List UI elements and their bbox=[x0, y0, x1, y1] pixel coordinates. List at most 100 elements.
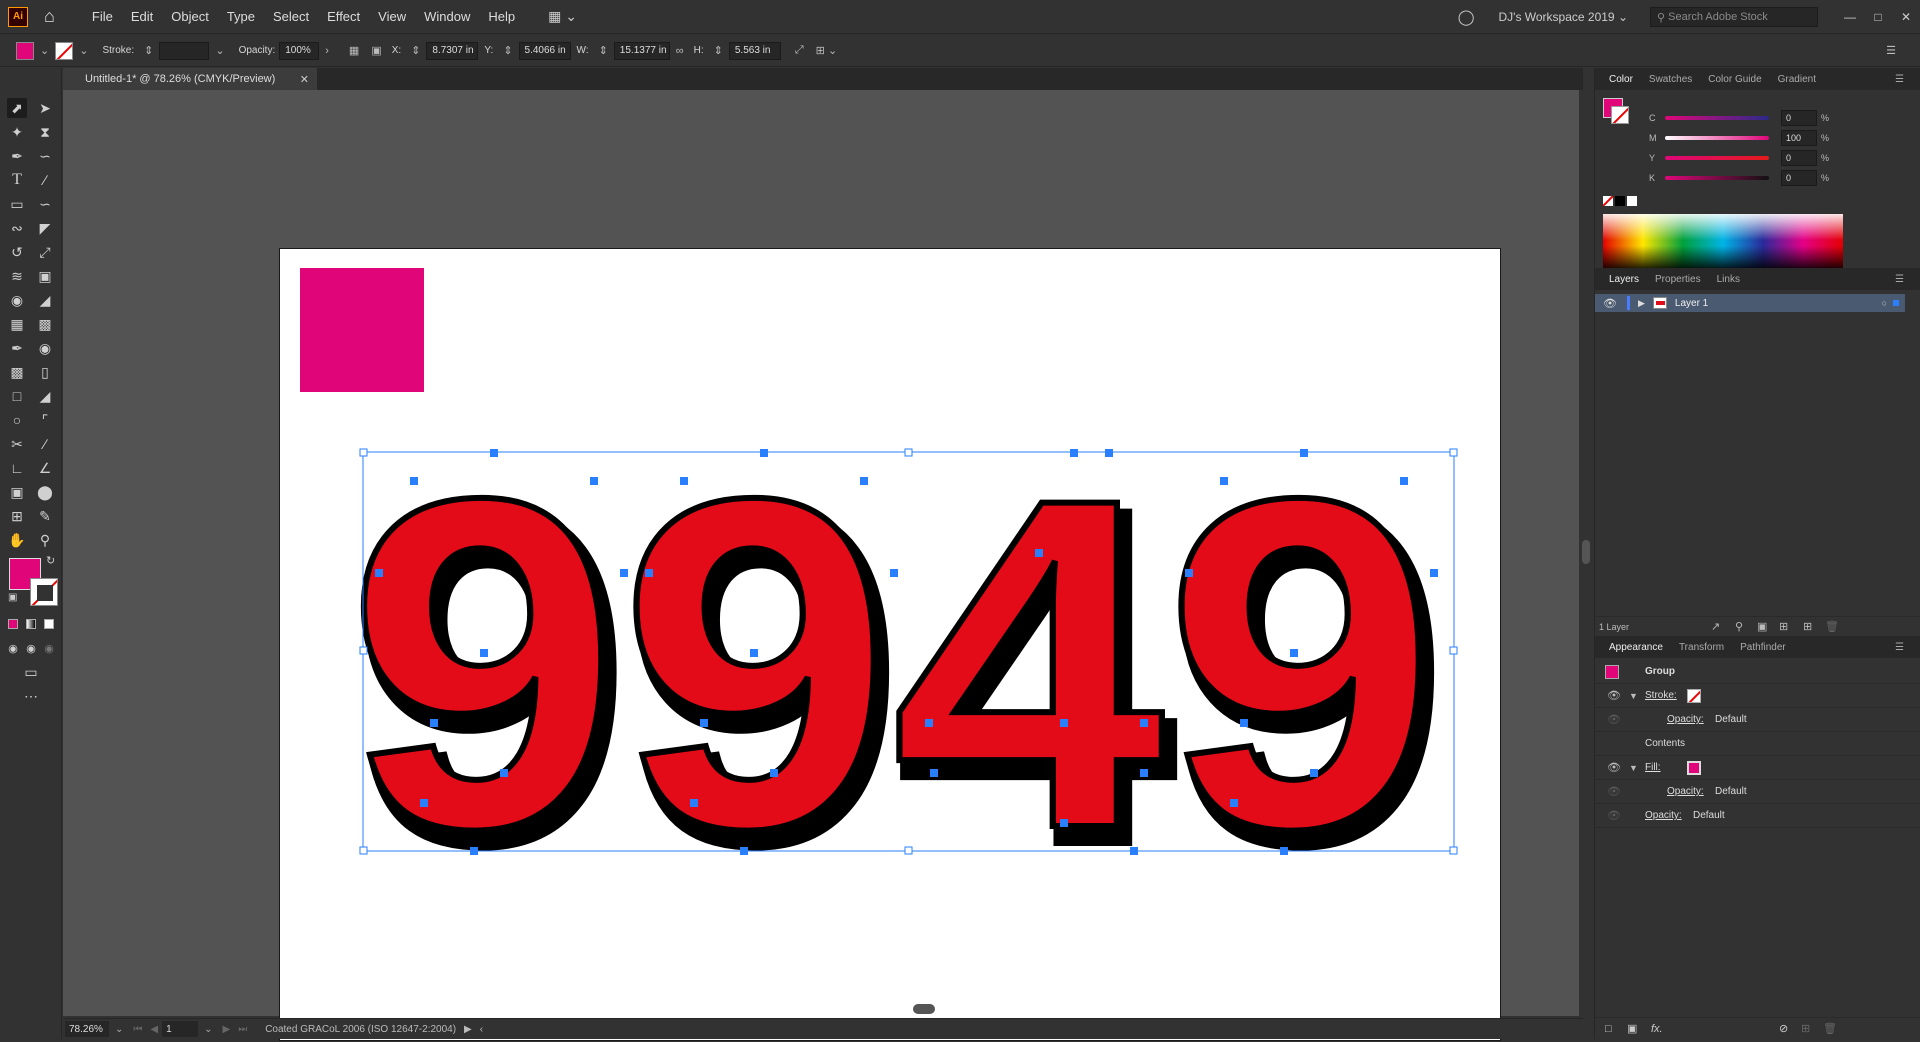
tab-color-guide[interactable]: Color Guide bbox=[1700, 74, 1769, 85]
screen-mode-icon[interactable]: ▭ bbox=[21, 662, 41, 682]
stroke-stepper-icon[interactable]: ⇕ bbox=[144, 44, 153, 57]
menu-object[interactable]: Object bbox=[162, 0, 218, 34]
link-icon[interactable]: ∞ bbox=[676, 45, 684, 57]
ellipse-tool-icon[interactable]: ○ bbox=[7, 410, 27, 430]
graph-tool-icon[interactable]: ▯ bbox=[35, 362, 55, 382]
slider-magenta[interactable]: M 100 % bbox=[1595, 128, 1920, 148]
menu-select[interactable]: Select bbox=[264, 0, 318, 34]
blend-tool-icon[interactable]: ◉ bbox=[35, 338, 55, 358]
direct-selection-tool-icon[interactable]: ➤ bbox=[35, 98, 55, 118]
line-tool-icon[interactable]: ∕ bbox=[35, 170, 55, 190]
curvature-tool-icon[interactable]: ∽ bbox=[35, 146, 55, 166]
shaper-tool-icon[interactable]: ∾ bbox=[7, 218, 27, 238]
maximize-icon[interactable]: □ bbox=[1864, 10, 1892, 24]
status-menu-icon[interactable]: ▶ bbox=[464, 1024, 472, 1035]
hand-tool-icon[interactable]: ✋ bbox=[7, 530, 27, 550]
pen-tool-icon[interactable]: ✒ bbox=[7, 146, 27, 166]
target-icon[interactable]: ○ bbox=[1882, 298, 1887, 308]
previous-artboard-icon[interactable]: ◀ bbox=[150, 1024, 158, 1035]
stroke-none-swatch[interactable] bbox=[1687, 688, 1701, 703]
appearance-group-row[interactable]: Group bbox=[1595, 660, 1920, 684]
rotate-tool-icon[interactable]: ↺ bbox=[7, 242, 27, 262]
scroll-left-icon[interactable]: ‹ bbox=[480, 1024, 483, 1035]
clipping-mask-icon[interactable]: ▣ bbox=[1757, 620, 1767, 633]
isolate-icon[interactable]: ⊞ ⌄ bbox=[816, 44, 838, 57]
selection-indicator[interactable] bbox=[1893, 300, 1899, 306]
add-stroke-icon[interactable]: □ bbox=[1605, 1023, 1612, 1035]
x-stepper-icon[interactable]: ⇕ bbox=[411, 44, 420, 57]
handle-top-middle[interactable] bbox=[904, 448, 913, 457]
default-colors-icon[interactable]: ▣ bbox=[8, 592, 17, 603]
slider-cyan[interactable]: C 0 % bbox=[1595, 108, 1920, 128]
clear-appearance-icon[interactable]: ⊘ bbox=[1779, 1022, 1788, 1035]
selection-tool-icon[interactable]: ⬈ bbox=[7, 98, 27, 118]
swap-colors-icon[interactable]: ↻ bbox=[46, 554, 55, 567]
layer-row[interactable]: 👁 ▶ Layer 1 ○ bbox=[1595, 294, 1905, 312]
mesh-tool-icon[interactable]: ▦ bbox=[7, 314, 27, 334]
minimize-icon[interactable]: — bbox=[1836, 10, 1864, 24]
black-value[interactable]: 0 bbox=[1781, 170, 1817, 186]
handle-bottom-middle[interactable] bbox=[904, 846, 913, 855]
join-tool-icon[interactable]: ∠ bbox=[35, 458, 55, 478]
magenta-track[interactable] bbox=[1665, 136, 1769, 140]
tab-appearance[interactable]: Appearance bbox=[1601, 642, 1671, 653]
white-swatch[interactable] bbox=[1627, 196, 1637, 206]
chevron-down-icon[interactable]: ⌄ bbox=[79, 44, 88, 57]
draw-normal-icon[interactable]: ◉ bbox=[3, 638, 23, 658]
puppet-warp-icon[interactable]: ▣ bbox=[7, 482, 27, 502]
handle-bottom-left[interactable] bbox=[359, 846, 368, 855]
stroke-swatch[interactable] bbox=[55, 41, 74, 60]
home-icon[interactable]: ⌂ bbox=[44, 6, 55, 27]
transform-icon[interactable]: ⤢ bbox=[795, 44, 804, 57]
tab-gradient[interactable]: Gradient bbox=[1770, 74, 1824, 85]
symbol-sprayer-icon[interactable]: ▩ bbox=[7, 362, 27, 382]
panel-menu-icon[interactable]: ☰ bbox=[1887, 74, 1912, 85]
horizontal-scroll-thumb[interactable] bbox=[913, 1004, 935, 1014]
black-swatch[interactable] bbox=[1615, 196, 1625, 206]
yellow-track[interactable] bbox=[1665, 156, 1769, 160]
y-field[interactable]: 5.4066 in bbox=[518, 41, 571, 60]
chevron-right-icon[interactable]: › bbox=[325, 45, 329, 57]
h-stepper-icon[interactable]: ⇕ bbox=[714, 44, 723, 57]
width-tool-icon[interactable]: ≋ bbox=[7, 266, 27, 286]
appearance-fill-opacity-row[interactable]: 👁 Opacity: Default bbox=[1595, 780, 1920, 804]
artboard-tool-icon[interactable]: □ bbox=[7, 386, 27, 406]
lightbulb-icon[interactable]: ◯ bbox=[1458, 8, 1475, 26]
eraser-icon[interactable]: ◤ bbox=[35, 218, 55, 238]
new-layer-icon[interactable]: ⊞ bbox=[1803, 620, 1812, 633]
type-tool-icon[interactable]: T bbox=[7, 170, 27, 190]
visibility-eye-icon[interactable]: 👁 bbox=[1603, 297, 1617, 310]
menu-view[interactable]: View bbox=[369, 0, 415, 34]
duplicate-item-icon[interactable]: ⊞ bbox=[1801, 1022, 1810, 1035]
visibility-eye-icon[interactable]: 👁 bbox=[1607, 809, 1621, 822]
none-swatch[interactable] bbox=[1603, 196, 1613, 206]
document-tab[interactable]: Untitled-1* @ 78.26% (CMYK/Preview) ✕ bbox=[63, 68, 317, 90]
h-field[interactable]: 5.563 in bbox=[728, 41, 781, 60]
tab-swatches[interactable]: Swatches bbox=[1641, 74, 1700, 85]
stroke-color-swatch[interactable] bbox=[30, 578, 58, 606]
pencil-icon[interactable]: ✎ bbox=[35, 506, 55, 526]
tab-color[interactable]: Color bbox=[1601, 74, 1641, 85]
next-artboard-icon[interactable]: ▶ bbox=[222, 1024, 230, 1035]
artboard-number-field[interactable]: 1 bbox=[162, 1021, 199, 1037]
chevron-down-icon[interactable]: ⌄ bbox=[215, 44, 224, 57]
appearance-stroke-opacity-row[interactable]: 👁 Opacity: Default bbox=[1595, 708, 1920, 732]
slice-tool-icon[interactable]: ◢ bbox=[35, 386, 55, 406]
close-window-icon[interactable]: ✕ bbox=[1892, 10, 1920, 24]
lasso-icon[interactable]: ⧗ bbox=[35, 122, 55, 142]
crop-image-icon[interactable]: ⊞ bbox=[7, 506, 27, 526]
black-track[interactable] bbox=[1665, 176, 1769, 180]
tab-transform[interactable]: Transform bbox=[1671, 642, 1732, 653]
workspace-switcher[interactable]: DJ's Workspace 2019 ⌄ bbox=[1498, 10, 1628, 24]
tab-layers[interactable]: Layers bbox=[1601, 274, 1647, 285]
digits-text[interactable]: 9949 bbox=[344, 398, 1440, 929]
align-icon[interactable]: ▦ bbox=[349, 44, 359, 57]
menu-window[interactable]: Window bbox=[415, 0, 479, 34]
new-sublayer-icon[interactable]: ⊞ bbox=[1779, 620, 1788, 633]
y-stepper-icon[interactable]: ⇕ bbox=[503, 44, 512, 57]
add-effect-icon[interactable]: fx. bbox=[1651, 1023, 1663, 1035]
fill-label[interactable]: Fill: bbox=[1645, 762, 1661, 773]
zoom-tool-icon[interactable]: ⚲ bbox=[35, 530, 55, 550]
vertical-scroll-thumb[interactable] bbox=[1582, 540, 1590, 564]
locate-object-icon[interactable]: ⚲ bbox=[1735, 620, 1743, 633]
